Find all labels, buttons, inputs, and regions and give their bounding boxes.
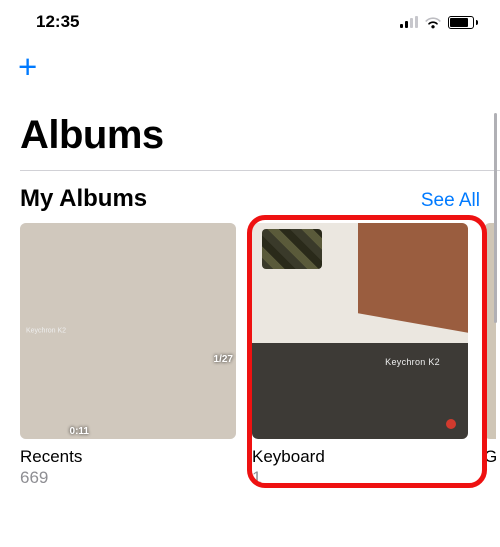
album-thumbnail: Keychron K2 xyxy=(252,223,468,439)
album-count: 669 xyxy=(20,468,236,488)
cellular-signal-icon xyxy=(400,16,418,28)
scroll-indicator xyxy=(494,113,497,323)
wifi-icon xyxy=(424,16,442,29)
battery-icon xyxy=(448,16,478,29)
box-text: Keychron K2 xyxy=(385,357,440,367)
section-title: My Albums xyxy=(20,185,147,213)
album-name: Keyboard xyxy=(252,447,468,467)
page-title: Albums xyxy=(0,83,500,170)
date-badge: 1/27 xyxy=(214,354,233,365)
box-text: Keychron K2 xyxy=(26,328,66,335)
add-album-button[interactable]: + xyxy=(18,50,37,83)
nav-bar: + xyxy=(0,44,500,83)
album-name: G xyxy=(484,447,496,467)
status-bar: 12:35 xyxy=(0,0,500,44)
album-thumbnail: Keychron K2 1/27 0:11 xyxy=(20,223,236,439)
my-albums-header: My Albums See All xyxy=(0,171,500,223)
album-name: Recents xyxy=(20,447,236,467)
album-recents[interactable]: Keychron K2 1/27 0:11 Recents 669 xyxy=(20,223,236,488)
album-keyboard[interactable]: Keychron K2 Keyboard 1 xyxy=(252,223,468,488)
status-time: 12:35 xyxy=(36,12,79,32)
see-all-button[interactable]: See All xyxy=(421,190,480,212)
album-count: 1 xyxy=(252,468,468,488)
video-duration-badge: 0:11 xyxy=(70,426,89,437)
albums-scroll[interactable]: Keychron K2 1/27 0:11 Recents 669 Keychr… xyxy=(0,223,500,488)
status-indicators xyxy=(400,16,478,29)
